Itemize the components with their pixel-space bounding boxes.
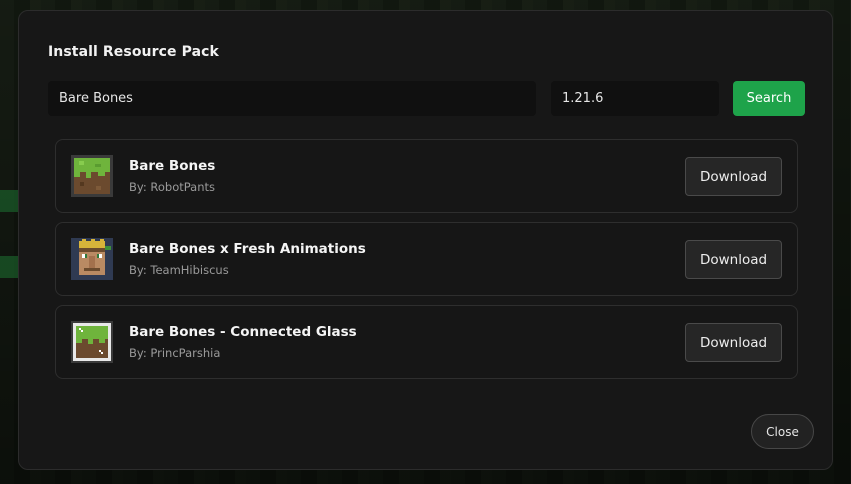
glass-grass-block-icon (71, 321, 113, 363)
list-item: Bare Bones x Fresh Animations By: TeamHi… (55, 222, 798, 296)
pack-name: Bare Bones (129, 158, 216, 174)
search-input[interactable] (48, 81, 536, 116)
pack-author: By: PrincParshia (129, 346, 221, 360)
pack-name: Bare Bones - Connected Glass (129, 324, 357, 340)
list-item: Bare Bones - Connected Glass By: PrincPa… (55, 305, 798, 379)
close-button[interactable]: Close (751, 414, 814, 449)
dialog-title: Install Resource Pack (48, 44, 219, 60)
list-item: Bare Bones By: RobotPants Download (55, 139, 798, 213)
pack-author: By: RobotPants (129, 180, 215, 194)
download-button[interactable]: Download (685, 240, 782, 279)
install-resource-pack-dialog: Install Resource Pack Search Bare (18, 10, 833, 470)
pack-author: By: TeamHibiscus (129, 263, 229, 277)
grass-block-icon (71, 155, 113, 197)
version-input[interactable] (551, 81, 719, 116)
results-list: Bare Bones By: RobotPants Download Bare … (55, 139, 798, 388)
search-button[interactable]: Search (733, 81, 805, 116)
background-decoration (0, 190, 20, 212)
villager-face-icon (71, 238, 113, 280)
background-decoration (0, 256, 20, 278)
download-button[interactable]: Download (685, 323, 782, 362)
download-button[interactable]: Download (685, 157, 782, 196)
pack-name: Bare Bones x Fresh Animations (129, 241, 366, 257)
